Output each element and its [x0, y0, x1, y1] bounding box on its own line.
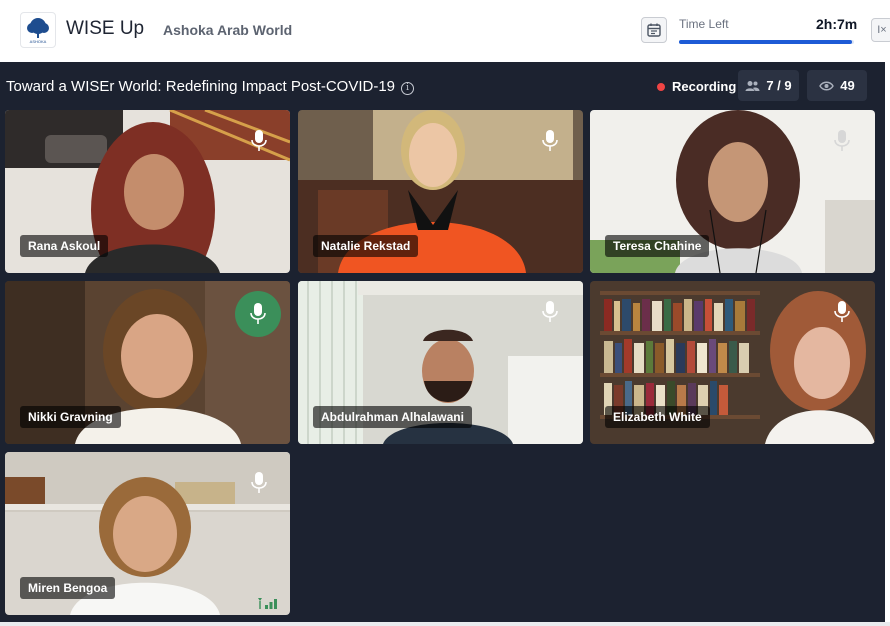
expand-panel-icon[interactable]: I× [871, 18, 890, 42]
participant-name: Abdulrahman Alhalawani [313, 406, 472, 428]
tree-logo-icon: ASHOKA [27, 18, 49, 44]
time-left-value: 2h:7m [816, 16, 858, 32]
video-tile[interactable]: Abdulrahman Alhalawani [298, 281, 583, 444]
mic-icon[interactable] [540, 129, 560, 153]
session-title: Toward a WISEr World: Redefining Impact … [6, 78, 415, 95]
recording-label: Recording [672, 79, 737, 94]
participant-name: Natalie Rekstad [313, 235, 419, 257]
recording-dot-icon [657, 82, 665, 91]
calendar-button[interactable] [641, 17, 667, 43]
participant-name: Rana Askoul [20, 235, 109, 257]
signal-strength-icon [258, 598, 277, 609]
participant-name: Elizabeth White [605, 406, 710, 428]
info-icon[interactable]: i [401, 82, 415, 95]
recording-indicator: Recording [657, 79, 736, 94]
video-tile[interactable]: Nikki Gravning [5, 281, 290, 444]
participants-count-button[interactable]: 7 / 9 [738, 70, 799, 101]
video-tile[interactable]: Teresa Chahine [590, 110, 875, 273]
time-progress-fill [679, 40, 853, 44]
speaking-mic-button[interactable] [235, 291, 281, 337]
mic-icon[interactable] [540, 300, 560, 324]
participants-icon [745, 80, 760, 91]
top-bar: ASHOKA WISE Up Ashoka Arab World Time Le… [0, 0, 890, 62]
viewers-count-button[interactable]: 49 [807, 70, 867, 101]
video-tile[interactable]: Elizabeth White [590, 281, 875, 444]
mic-icon[interactable] [249, 129, 269, 153]
participants-count: 7 / 9 [766, 78, 792, 93]
logo-text: ASHOKA [30, 39, 47, 44]
session-title-text: Toward a WISEr World: Redefining Impact … [6, 78, 396, 95]
video-tile[interactable]: Natalie Rekstad [298, 110, 583, 273]
participant-name: Miren Bengoa [20, 577, 116, 599]
mic-icon[interactable] [832, 300, 852, 324]
org-name: Ashoka Arab World [163, 22, 293, 38]
time-progress-bar [679, 40, 854, 44]
bottom-strip [0, 622, 890, 626]
participant-name: Teresa Chahine [605, 235, 710, 257]
video-tile[interactable]: Rana Askoul [5, 110, 290, 273]
mic-active-icon [250, 303, 266, 324]
viewers-count: 49 [840, 78, 855, 93]
ashoka-logo[interactable]: ASHOKA [20, 12, 56, 48]
mic-icon[interactable] [832, 129, 852, 153]
video-stage: Toward a WISEr World: Redefining Impact … [0, 62, 885, 622]
eye-icon [819, 81, 835, 90]
mic-icon[interactable] [249, 471, 269, 495]
time-left-label: Time Left [679, 17, 729, 31]
calendar-icon [647, 23, 661, 37]
video-tile[interactable]: Miren Bengoa [5, 452, 290, 615]
app-title: WISE Up [66, 18, 145, 39]
participant-name: Nikki Gravning [20, 406, 121, 428]
